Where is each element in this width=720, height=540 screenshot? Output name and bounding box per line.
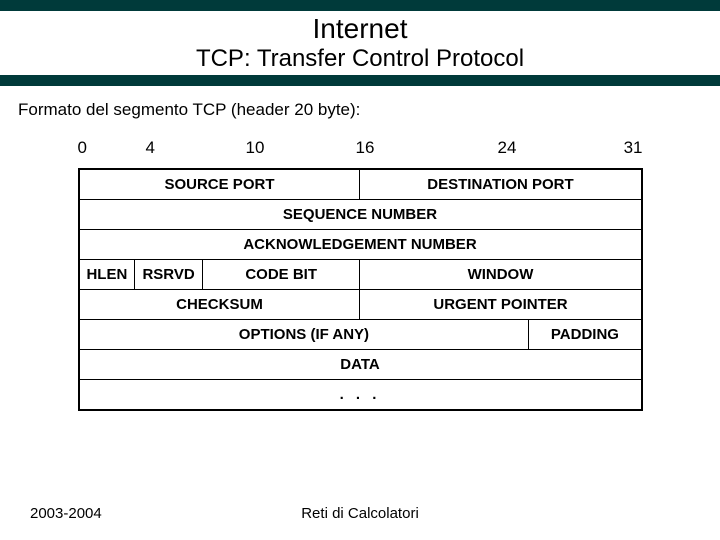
field-source-port: SOURCE PORT xyxy=(79,169,360,200)
footer: 2003-2004 Reti di Calcolatori xyxy=(0,505,720,522)
bit-label: 31 xyxy=(624,138,643,158)
table-row: ACKNOWLEDGEMENT NUMBER xyxy=(79,230,642,260)
field-ack-number: ACKNOWLEDGEMENT NUMBER xyxy=(79,230,642,260)
field-window: WINDOW xyxy=(360,260,642,290)
table-row: SEQUENCE NUMBER xyxy=(79,200,642,230)
field-hlen: HLEN xyxy=(79,260,135,290)
page-subtitle: TCP: Transfer Control Protocol xyxy=(0,45,720,73)
tcp-header-diagram: 0 4 10 16 24 31 SOURCE PORT DESTINATION … xyxy=(78,138,643,411)
description-text: Formato del segmento TCP (header 20 byte… xyxy=(18,100,702,120)
field-ellipsis: . . . xyxy=(79,380,642,411)
field-padding: PADDING xyxy=(529,320,642,350)
bit-label: 16 xyxy=(356,138,375,158)
bit-label: 10 xyxy=(246,138,265,158)
table-row: . . . xyxy=(79,380,642,411)
table-row: CHECKSUM URGENT POINTER xyxy=(79,290,642,320)
table-row: HLEN RSRVD CODE BIT WINDOW xyxy=(79,260,642,290)
field-rsrvd: RSRVD xyxy=(135,260,203,290)
bit-label: 0 xyxy=(78,138,87,158)
field-sequence-number: SEQUENCE NUMBER xyxy=(79,200,642,230)
bit-ruler: 0 4 10 16 24 31 xyxy=(78,138,643,162)
tcp-header-table: SOURCE PORT DESTINATION PORT SEQUENCE NU… xyxy=(78,168,643,411)
table-row: OPTIONS (IF ANY) PADDING xyxy=(79,320,642,350)
page-title: Internet xyxy=(0,13,720,45)
bit-label: 24 xyxy=(498,138,517,158)
field-options: OPTIONS (IF ANY) xyxy=(79,320,529,350)
field-data: DATA xyxy=(79,350,642,380)
table-row: SOURCE PORT DESTINATION PORT xyxy=(79,169,642,200)
field-checksum: CHECKSUM xyxy=(79,290,360,320)
field-urgent-pointer: URGENT POINTER xyxy=(360,290,642,320)
header-strip: Internet TCP: Transfer Control Protocol xyxy=(0,11,720,75)
table-row: DATA xyxy=(79,350,642,380)
footer-course: Reti di Calcolatori xyxy=(301,505,419,522)
header-banner: Internet TCP: Transfer Control Protocol xyxy=(0,0,720,86)
content-area: Formato del segmento TCP (header 20 byte… xyxy=(0,86,720,411)
footer-year: 2003-2004 xyxy=(0,505,102,522)
field-dest-port: DESTINATION PORT xyxy=(360,169,642,200)
field-code-bit: CODE BIT xyxy=(202,260,360,290)
bit-label: 4 xyxy=(146,138,155,158)
